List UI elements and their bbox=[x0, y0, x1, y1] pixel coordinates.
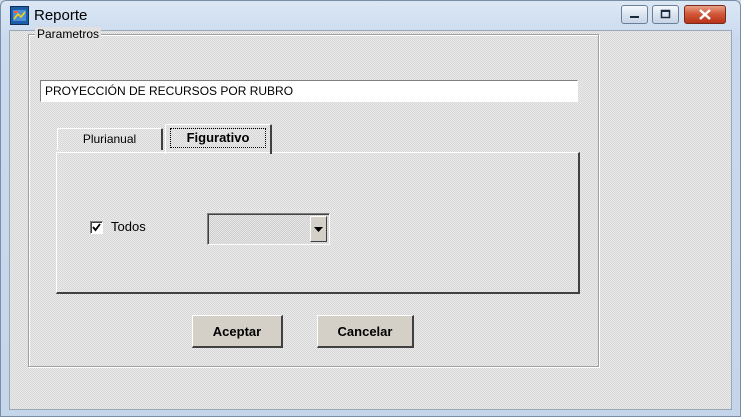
tab-label: Plurianual bbox=[82, 132, 137, 146]
minimize-button[interactable] bbox=[621, 5, 648, 24]
accept-button[interactable]: Aceptar bbox=[192, 315, 283, 348]
cancel-button[interactable]: Cancelar bbox=[317, 315, 414, 348]
group-label: Parametros bbox=[35, 27, 102, 41]
close-button[interactable] bbox=[684, 5, 726, 24]
window-title: Reporte bbox=[34, 7, 88, 24]
focus-rect bbox=[170, 128, 266, 148]
app-icon bbox=[10, 6, 29, 25]
title-bar[interactable]: Reporte bbox=[1, 1, 740, 31]
figurativo-select[interactable] bbox=[207, 213, 330, 245]
todos-label[interactable]: Todos bbox=[111, 219, 146, 234]
todos-checkbox[interactable] bbox=[90, 221, 103, 234]
report-name-field[interactable]: PROYECCIÓN DE RECURSOS POR RUBRO bbox=[40, 80, 578, 102]
select-dropdown-button[interactable] bbox=[310, 216, 327, 242]
tab-plurianual[interactable]: Plurianual bbox=[57, 128, 163, 150]
maximize-button[interactable] bbox=[652, 5, 679, 24]
tab-figurativo[interactable]: Figurativo bbox=[165, 124, 272, 154]
